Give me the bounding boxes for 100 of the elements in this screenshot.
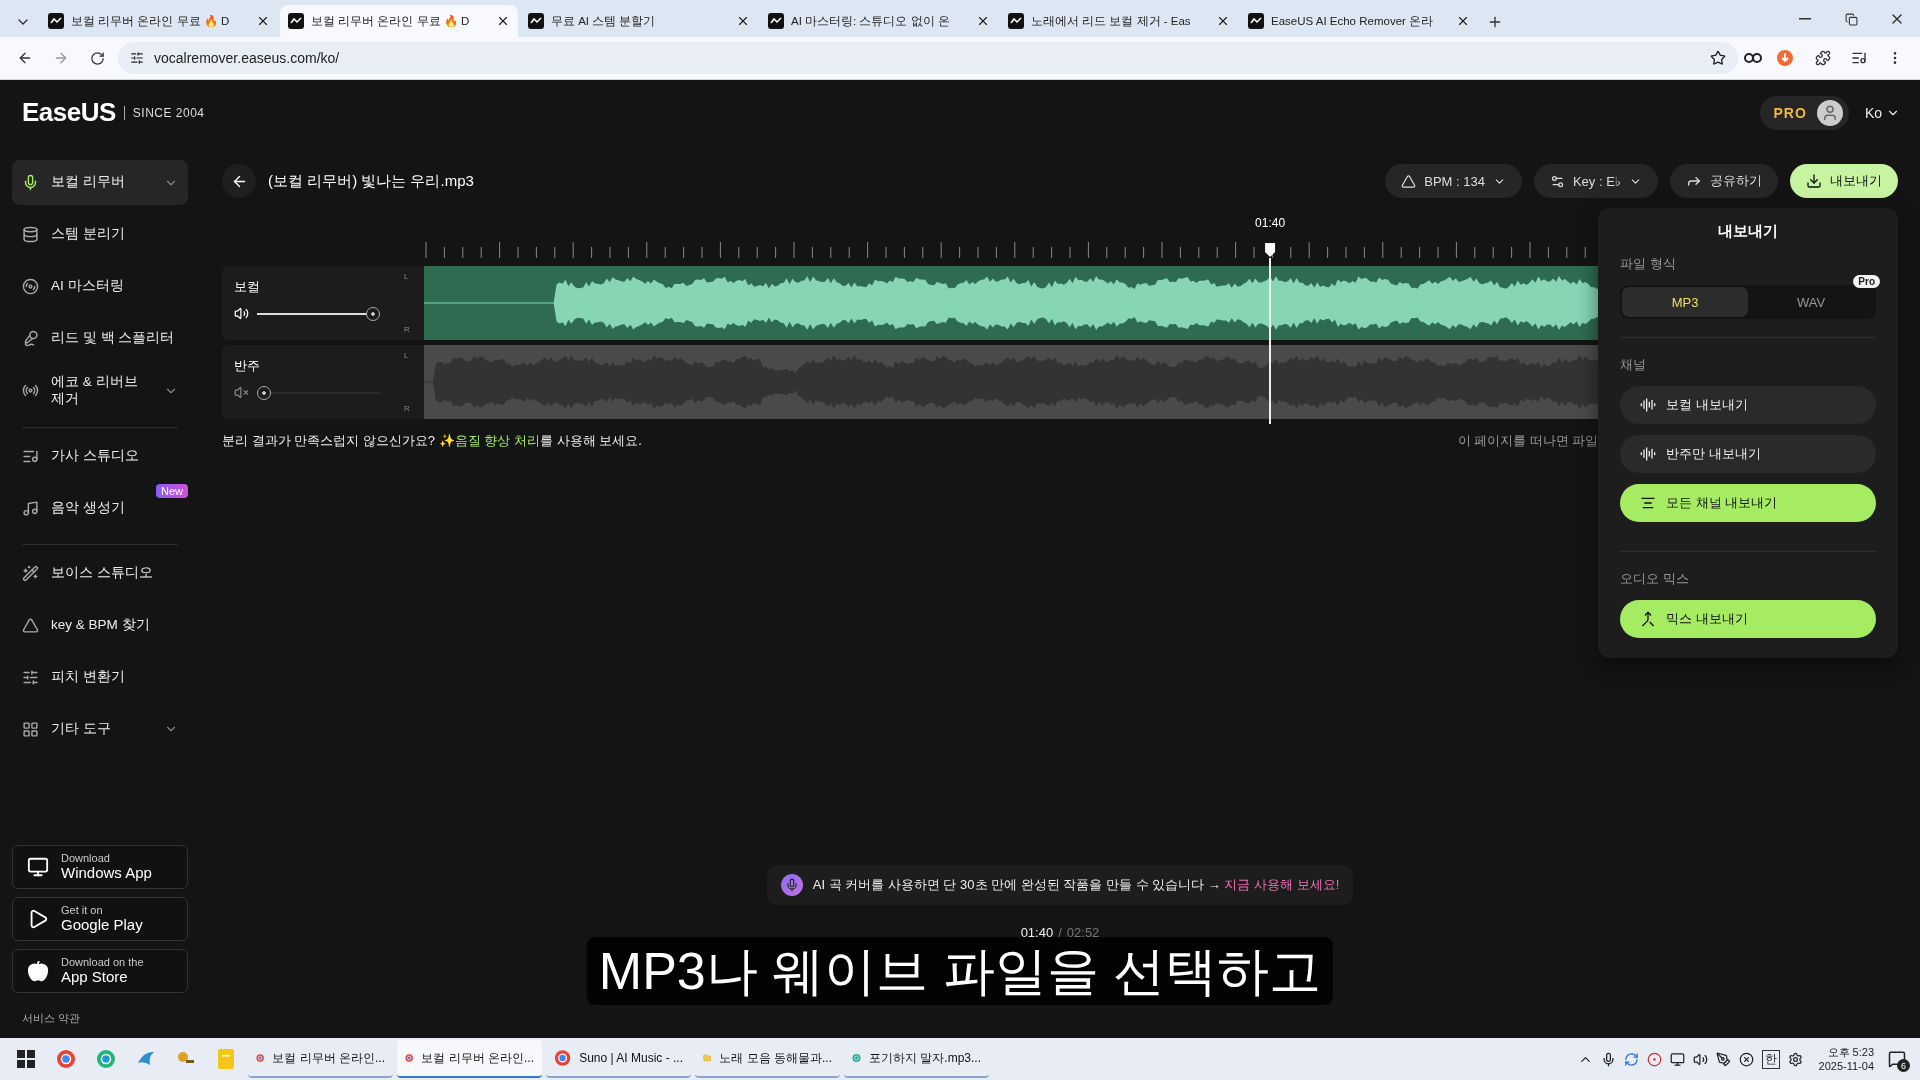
tool-icon [22,330,39,347]
sidebar-item[interactable]: key & BPM 찾기 [12,602,188,648]
address-field[interactable]: vocalremover.easeus.com/ko/ [118,42,1738,74]
leave-warning-text: 이 페이지를 떠나면 파일 [1457,432,1598,450]
browser-tab[interactable]: 보컬 리무버 온라인 무료 🔥 D [280,5,518,37]
puzzle-icon [1815,50,1831,66]
tab-title: 보컬 리무버 온라인 무료 🔥 D [71,13,231,29]
browser-tab[interactable]: 무료 AI 스템 분할기 [520,5,758,37]
sidebar-item[interactable]: 스템 분리기 [12,212,188,257]
language-selector[interactable]: Ko [1864,104,1900,121]
volume-thumb[interactable] [257,385,271,400]
logo-tagline: SINCE 2004 [123,105,205,120]
store-download-button[interactable]: Download on the App Store [12,949,188,993]
taskbar-app[interactable]: 포기하지 말자.mp3... [844,1040,989,1078]
microphone-icon[interactable] [1600,1051,1616,1067]
favicon-icon [528,13,544,29]
channel-export-button[interactable]: 모든 채널 내보내기 [1620,484,1876,522]
format-option[interactable]: WAV [1748,287,1874,317]
monitor-icon [27,856,49,878]
channel-label: L [404,272,410,281]
store-name: Google Play [61,916,143,935]
key-dropdown[interactable]: Key : E♭ [1533,164,1658,198]
sidebar-item[interactable]: 가사 스튜디오 [12,433,188,479]
volume-thumb[interactable] [366,306,380,321]
back-button[interactable] [222,164,256,198]
store-caption: Download [61,851,111,865]
sidebar-item[interactable]: AI 마스터링 [12,264,188,309]
apple-icon [27,960,49,982]
sidebar-item[interactable]: 리드 및 백 스플리터 [12,316,188,361]
windows-icon [17,1050,35,1068]
sync-icon[interactable] [1623,1051,1639,1067]
network-icon[interactable] [1669,1051,1685,1067]
tool-icon [22,668,39,686]
mix-export-button[interactable]: 믹스 내보내기 [1620,600,1876,638]
taskbar-app[interactable]: 보컬 리무버 온라인... [248,1040,393,1078]
channel-export-button[interactable]: 반주만 내보내기 [1620,435,1876,473]
clock[interactable]: 오후 5:23 2025-11-04 [1818,1044,1874,1074]
sidebar-item[interactable]: 보컬 리무버 [12,160,188,205]
lines-icon [1640,495,1656,511]
pen-icon[interactable] [1715,1051,1731,1067]
taskbar-app[interactable]: 보컬 리무버 온라인... [397,1040,542,1078]
store-caption: Get it on [61,903,104,917]
avatar-icon [1816,99,1843,126]
playhead-handle[interactable] [1265,243,1276,257]
promo-text: AI 곡 커버를 사용하면 단 30초 만에 완성된 작품을 만들 수 있습니다 → 지금 사용해 보세요! [812,876,1340,894]
metronome-icon [1401,173,1417,189]
playhead-time: 01:40 [1255,216,1286,230]
close-icon[interactable] [736,14,750,28]
close-icon[interactable] [496,14,510,28]
sidebar-item[interactable]: 음악 생성기 New [12,485,188,531]
format-option[interactable]: MP3 [1622,287,1748,317]
track-name: 보컬 [234,278,261,296]
input-method-indicator[interactable]: 한 [1761,1049,1780,1069]
close-icon[interactable] [1216,14,1230,28]
taskbar-app[interactable]: Suno | AI Music - ... [546,1040,691,1078]
browser-tab[interactable]: AI 마스터링: 스튜디오 없이 온 [760,5,998,37]
promo-link[interactable]: 지금 사용해 보세요! [1224,877,1340,892]
panel-title: 내보내기 [1718,222,1778,241]
store-download-button[interactable]: Get it on Google Play [12,897,188,941]
store-name: Windows App [61,864,152,883]
browser-tab[interactable]: 노래에서 리드 보컬 제거 - Eas [1000,5,1238,37]
logo[interactable]: EaseUS [22,97,116,128]
volume-icon[interactable] [1692,1051,1708,1067]
tool-icon [22,226,39,243]
waveform-icon [1640,446,1656,462]
notification-button[interactable]: 6 [1882,1044,1912,1074]
browser-icon [56,1049,76,1069]
minimize-icon [1799,18,1811,20]
restore-icon [1844,12,1858,26]
enhance-link[interactable]: ✨음질 향상 처리 [438,433,540,448]
store-download-button[interactable]: Download Windows App [12,845,188,889]
channel-export-button[interactable]: 보컬 내보내기 [1620,386,1876,424]
channel-label: R [404,404,411,413]
close-icon[interactable] [1456,14,1470,28]
total-time: 02:52 [1066,925,1100,940]
sidebar-item[interactable]: 기타 도구 [12,706,188,752]
record-icon[interactable] [1646,1051,1662,1067]
terms-link[interactable]: 서비스 약관 [22,1011,188,1026]
bookmark-icon[interactable] [1710,50,1726,66]
site-info-icon[interactable] [130,51,144,65]
extension-icon[interactable] [1744,52,1762,64]
share-button[interactable]: 공유하기 [1670,164,1778,198]
taskbar-app[interactable]: 노래 모음 동해물과... [695,1040,840,1078]
tool-icon [22,174,39,191]
browser-tab[interactable]: EaseUS AI Echo Remover 온라 [1240,5,1478,37]
close-circle-icon[interactable] [1738,1051,1754,1067]
pro-account-button[interactable]: PRO [1759,95,1849,130]
settings-icon[interactable] [1787,1051,1803,1067]
section-label: 파일 형식 [1620,255,1677,273]
sidebar-item[interactable]: 보이스 스튜디오 [12,550,188,596]
muted-speaker-icon[interactable] [234,385,249,400]
close-icon[interactable] [256,14,270,28]
export-button[interactable]: 내보내기 [1790,164,1898,198]
bpm-dropdown[interactable]: BPM : 134 [1385,164,1522,198]
speaker-icon[interactable] [234,306,249,321]
sidebar-item[interactable]: 에코 & 리버브 제거 [12,368,188,414]
close-icon[interactable] [976,14,990,28]
browser-tab[interactable]: 보컬 리무버 온라인 무료 🔥 D [40,5,278,37]
sidebar-item[interactable]: 피치 변환기 [12,654,188,700]
message-icon [1888,1050,1906,1068]
